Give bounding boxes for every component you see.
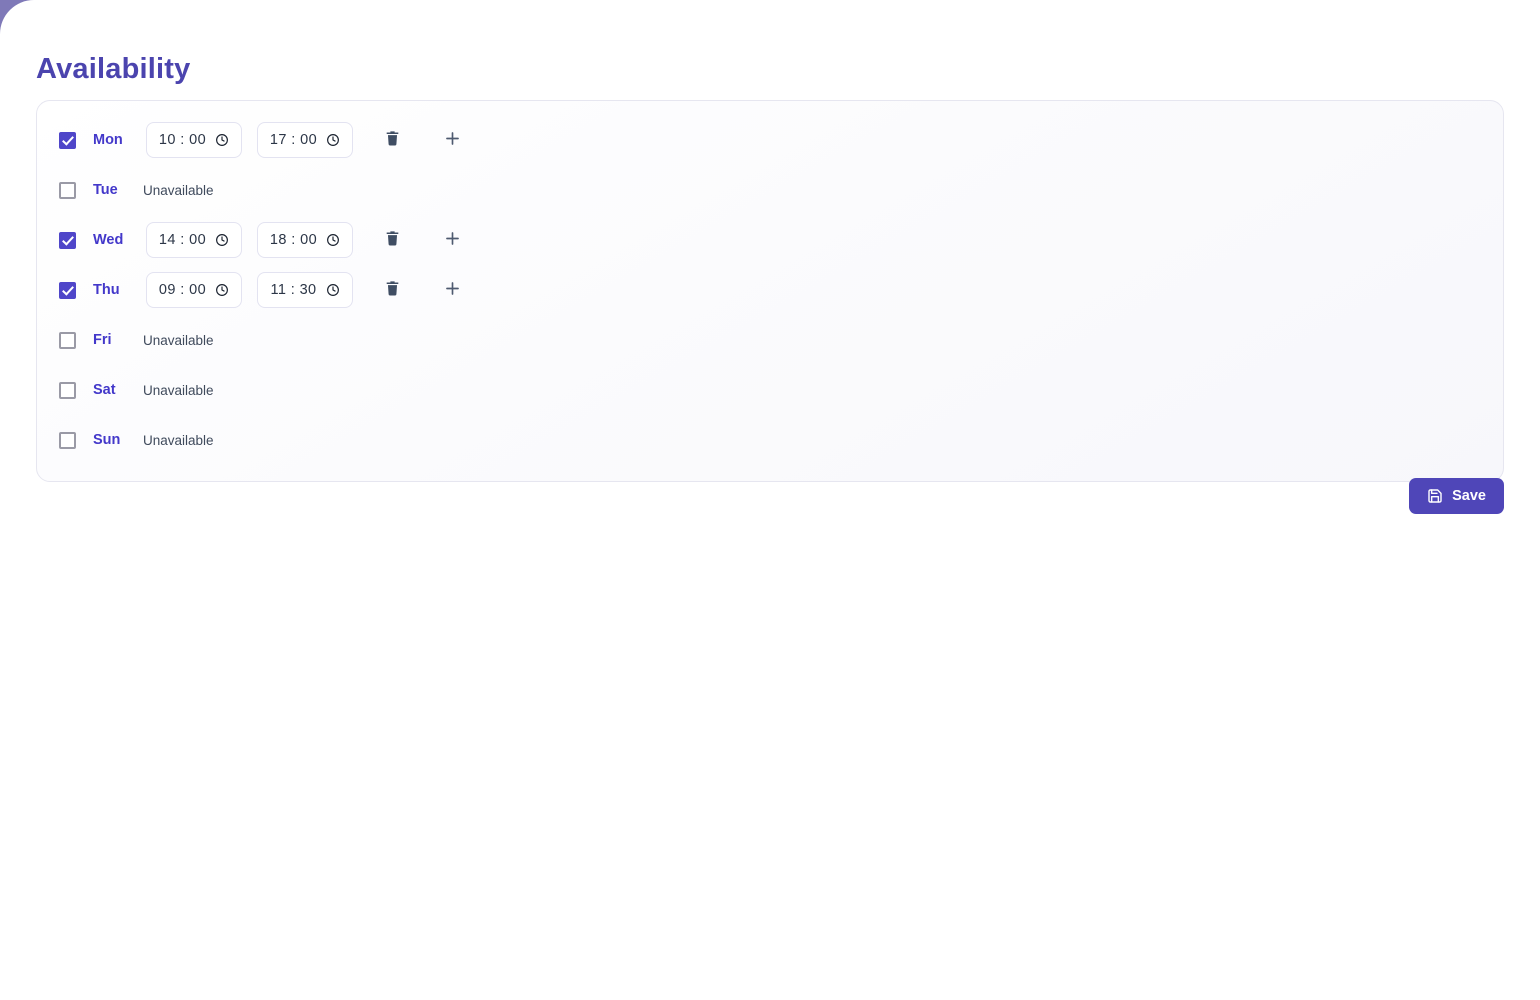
delete-slot-button-mon[interactable] [381, 125, 403, 155]
end-time-value-wed: 18 : 00 [269, 232, 318, 248]
end-time-field-mon[interactable]: 17 : 00 [257, 122, 353, 158]
save-button[interactable]: Save [1409, 478, 1504, 514]
availability-card: Mon 10 : 00 17 : 00 Tue Unavailable Wed 14 : 0… [36, 100, 1504, 482]
day-row-wed: Wed 14 : 00 18 : 00 [37, 215, 1503, 265]
day-label-thu: Thu [93, 282, 120, 298]
day-checkbox-sat[interactable] [59, 381, 76, 399]
start-time-value-thu: 09 : 00 [158, 282, 207, 298]
form-footer: Save [36, 478, 1504, 514]
add-slot-button-wed[interactable] [440, 225, 464, 255]
plus-icon [443, 279, 462, 301]
unavailable-label-tue: Unavailable [143, 182, 214, 198]
day-checkbox-thu[interactable] [59, 281, 76, 299]
trash-icon [384, 230, 401, 250]
day-row-tue: Tue Unavailable [37, 165, 1503, 215]
day-row-thu: Thu 09 : 00 11 : 30 [37, 265, 1503, 315]
unavailable-label-sun: Unavailable [143, 432, 214, 448]
add-slot-button-mon[interactable] [440, 125, 464, 155]
start-time-value-mon: 10 : 00 [158, 132, 207, 148]
app-shell: Availability Mon 10 : 00 17 : 00 Tue Unavail… [0, 0, 1540, 1000]
start-time-field-wed[interactable]: 14 : 00 [146, 222, 242, 258]
day-label-sun: Sun [93, 432, 121, 448]
save-button-label: Save [1452, 488, 1486, 504]
day-checkbox-tue[interactable] [59, 181, 76, 199]
unavailable-label-fri: Unavailable [143, 332, 214, 348]
day-label-sat: Sat [93, 382, 116, 398]
end-time-value-mon: 17 : 00 [269, 132, 318, 148]
plus-icon [443, 229, 462, 251]
clock-icon [215, 283, 229, 297]
delete-slot-button-wed[interactable] [381, 225, 403, 255]
availability-day-list: Mon 10 : 00 17 : 00 Tue Unavailable Wed 14 : 0… [37, 115, 1503, 465]
start-time-field-mon[interactable]: 10 : 00 [146, 122, 242, 158]
day-row-fri: Fri Unavailable [37, 315, 1503, 365]
day-label-fri: Fri [93, 332, 112, 348]
start-time-value-wed: 14 : 00 [158, 232, 207, 248]
delete-slot-button-thu[interactable] [381, 275, 403, 305]
day-row-sun: Sun Unavailable [37, 415, 1503, 465]
plus-icon [443, 129, 462, 151]
clock-icon [326, 133, 340, 147]
page-title: Availability [36, 53, 191, 86]
clock-icon [326, 233, 340, 247]
start-time-field-thu[interactable]: 09 : 00 [146, 272, 242, 308]
clock-icon [326, 283, 340, 297]
day-row-sat: Sat Unavailable [37, 365, 1503, 415]
clock-icon [215, 133, 229, 147]
day-checkbox-mon[interactable] [59, 131, 76, 149]
save-icon [1427, 488, 1443, 504]
day-label-tue: Tue [93, 182, 118, 198]
unavailable-label-sat: Unavailable [143, 382, 214, 398]
day-checkbox-wed[interactable] [59, 231, 76, 249]
day-label-mon: Mon [93, 132, 123, 148]
end-time-field-wed[interactable]: 18 : 00 [257, 222, 353, 258]
end-time-field-thu[interactable]: 11 : 30 [257, 272, 353, 308]
add-slot-button-thu[interactable] [440, 275, 464, 305]
end-time-value-thu: 11 : 30 [270, 282, 317, 298]
day-checkbox-sun[interactable] [59, 431, 76, 449]
day-row-mon: Mon 10 : 00 17 : 00 [37, 115, 1503, 165]
day-label-wed: Wed [93, 232, 124, 248]
day-checkbox-fri[interactable] [59, 331, 76, 349]
clock-icon [215, 233, 229, 247]
trash-icon [384, 130, 401, 150]
trash-icon [384, 280, 401, 300]
